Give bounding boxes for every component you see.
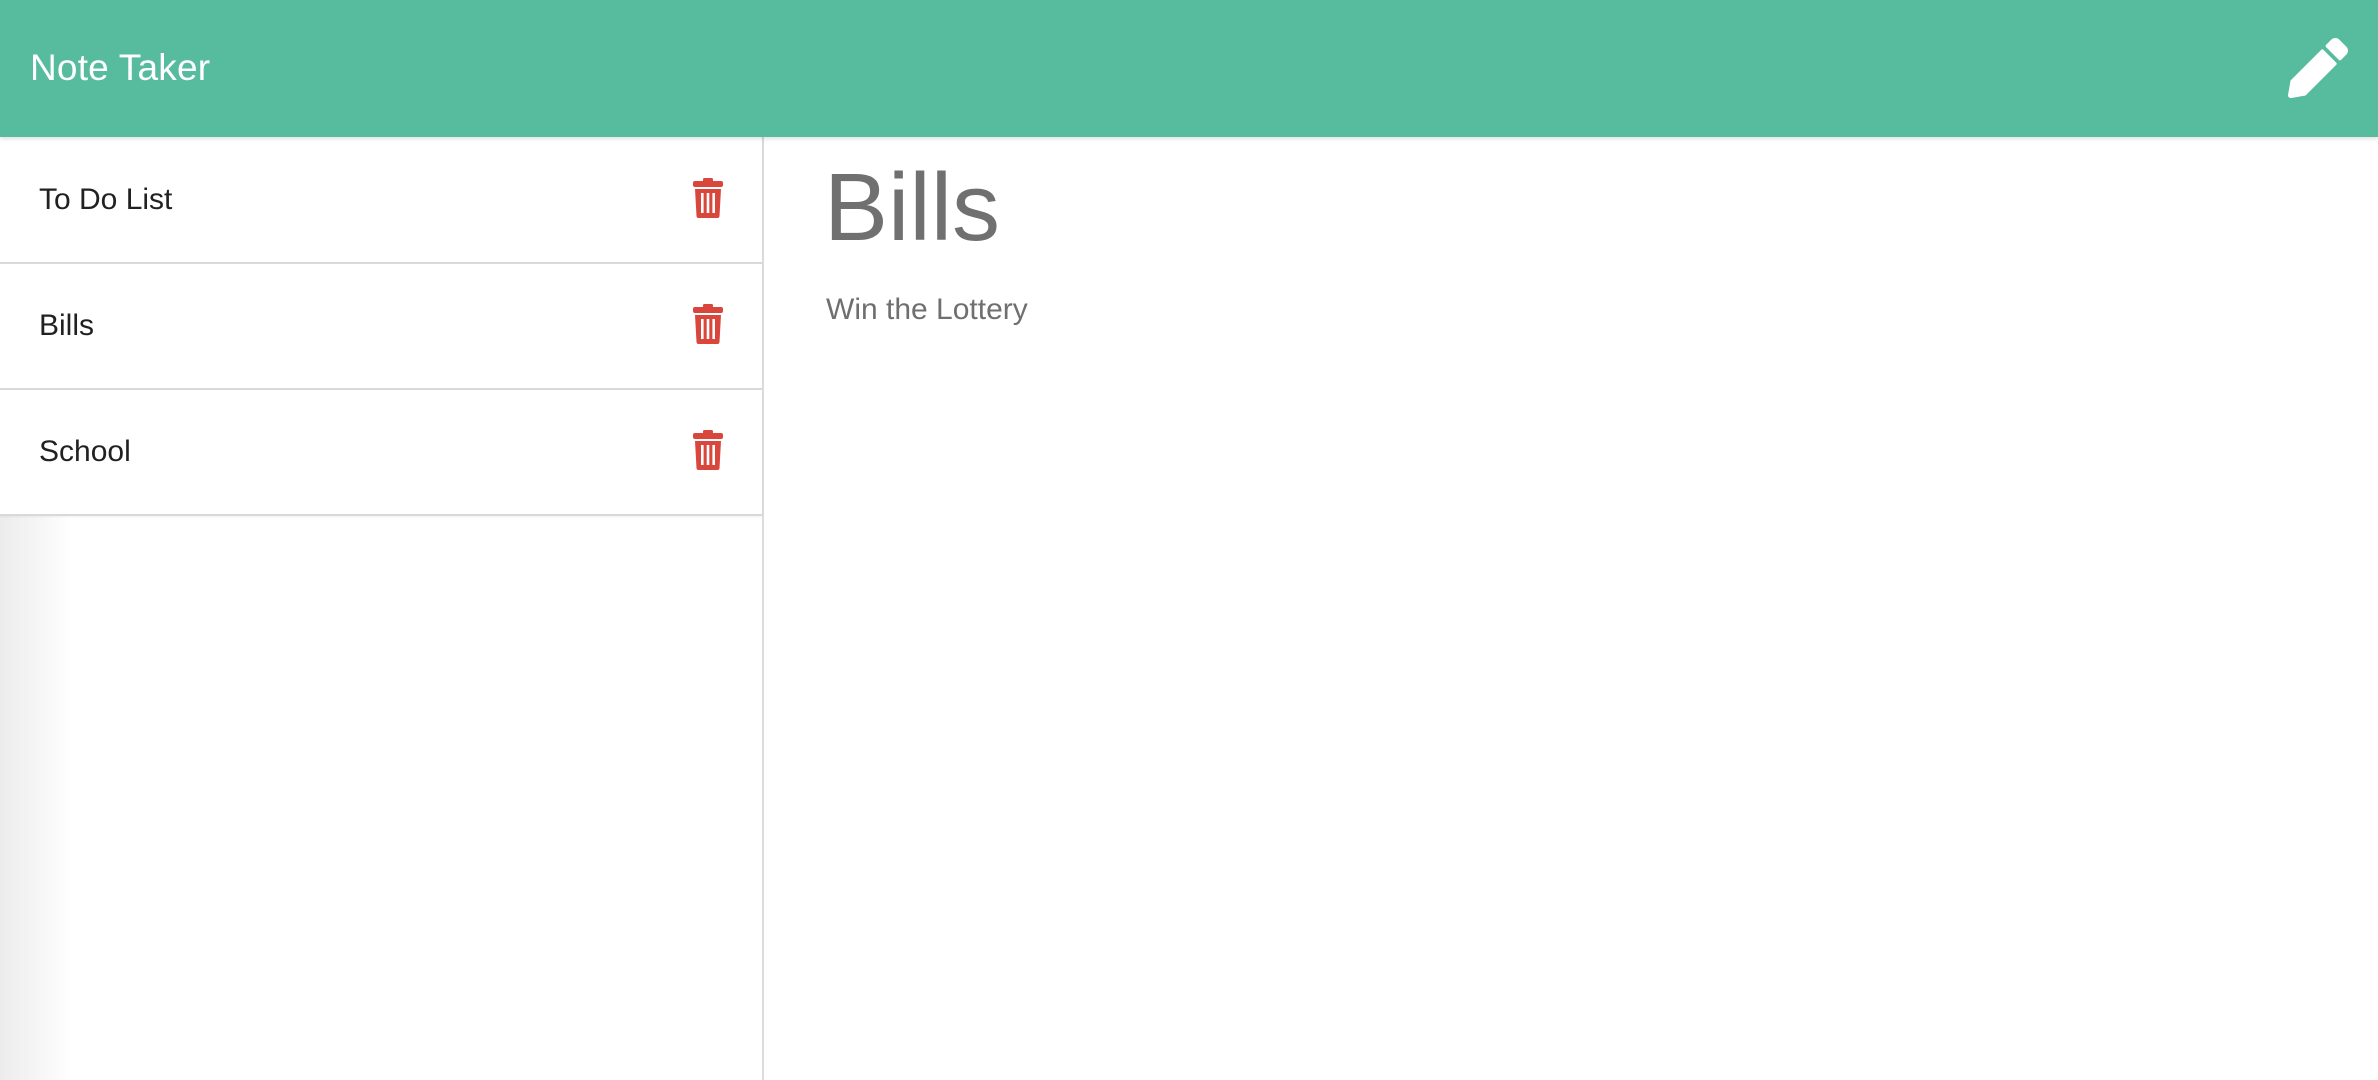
notes-sidebar: To Do List Bills School [0, 137, 764, 1080]
note-editor: Win the Lottery [764, 137, 2378, 1080]
trash-icon [692, 430, 724, 470]
note-title-input[interactable] [824, 153, 2224, 263]
delete-note-button[interactable] [692, 430, 724, 470]
note-item-title[interactable]: Bills [39, 264, 94, 388]
note-text-area[interactable]: Win the Lottery [826, 293, 2226, 993]
navbar: Note Taker [0, 0, 2378, 137]
new-note-button[interactable] [2288, 38, 2348, 98]
pencil-icon [2288, 38, 2348, 98]
brand-title[interactable]: Note Taker [30, 44, 210, 92]
note-list-item-bills[interactable]: Bills [0, 262, 762, 388]
trash-icon [692, 304, 724, 344]
note-item-title[interactable]: To Do List [39, 137, 172, 262]
delete-note-button[interactable] [692, 304, 724, 344]
note-list-item-to-do-list[interactable]: To Do List [0, 137, 762, 262]
delete-note-button[interactable] [692, 177, 724, 218]
note-item-title[interactable]: School [39, 390, 131, 514]
trash-icon [692, 177, 724, 218]
note-list: To Do List Bills School [0, 137, 762, 516]
note-list-item-school[interactable]: School [0, 388, 762, 514]
